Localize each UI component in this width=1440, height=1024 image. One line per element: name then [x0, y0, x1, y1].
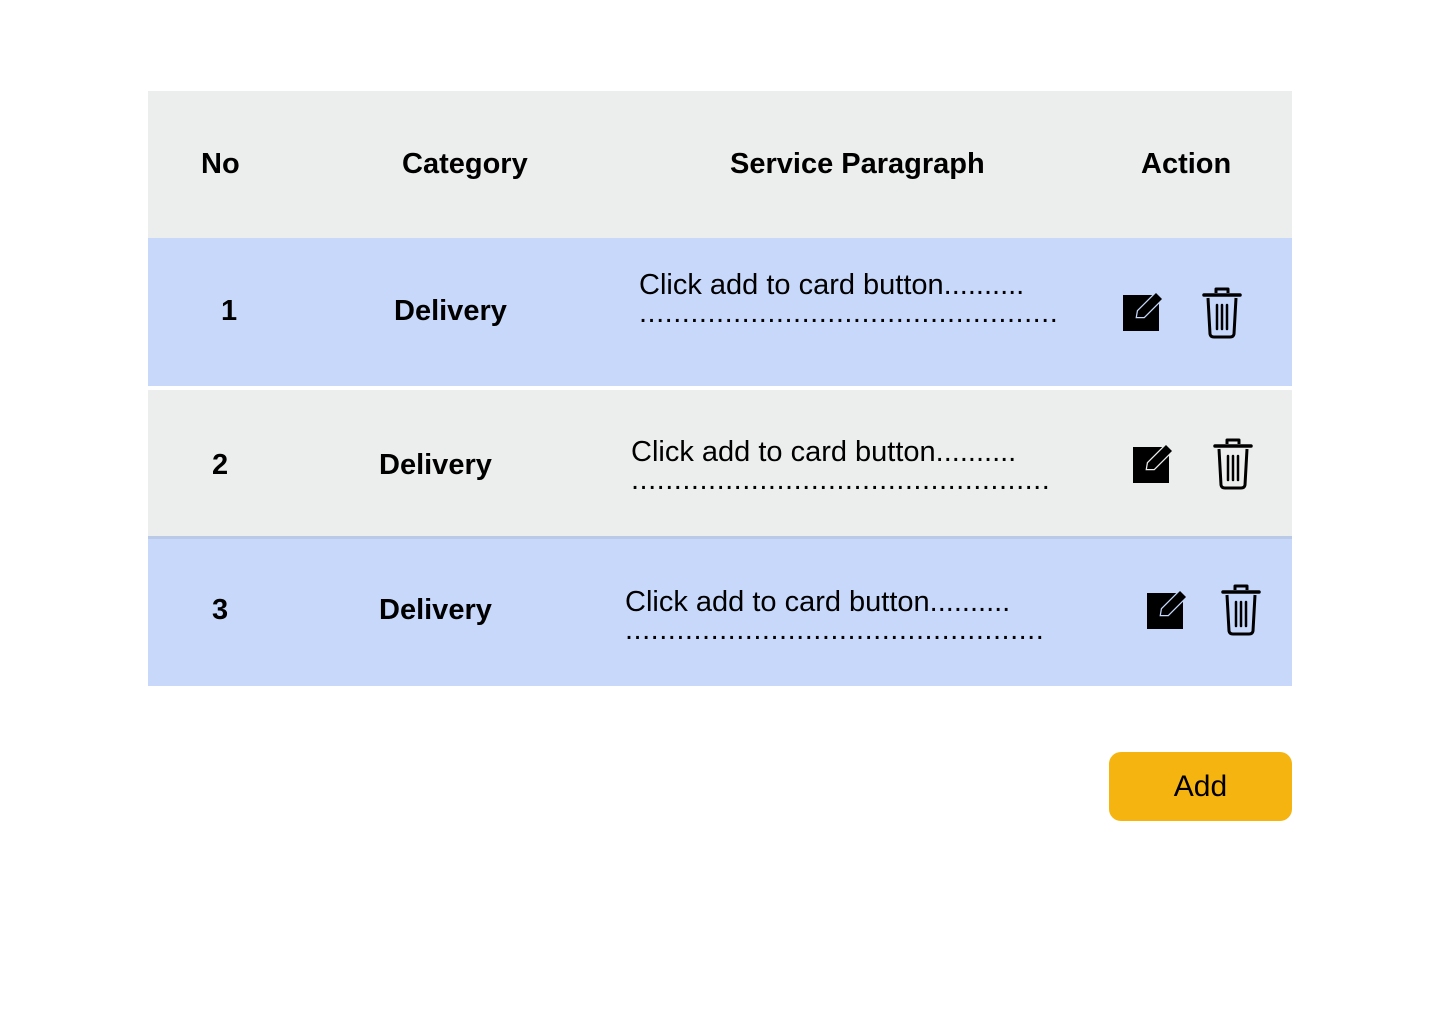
row-paragraph: Click add to card button.......... .....… [625, 586, 1045, 641]
edit-icon[interactable] [1133, 443, 1175, 483]
header-service-paragraph: Service Paragraph [730, 148, 985, 180]
table-header: No Category Service Paragraph Action [148, 91, 1292, 238]
trash-icon[interactable] [1221, 583, 1261, 637]
paragraph-text: Click add to card button.......... [625, 586, 1011, 618]
header-action: Action [1141, 148, 1232, 180]
paragraph-dots: ........................................… [625, 619, 1045, 641]
trash-icon[interactable] [1202, 286, 1242, 340]
add-button[interactable]: Add [1109, 752, 1292, 821]
row-paragraph: Click add to card button.......... .....… [639, 269, 1059, 324]
table-row: 3 Delivery Click add to card button.....… [148, 536, 1292, 686]
paragraph-dots: ........................................… [639, 302, 1059, 324]
header-no: No [201, 148, 240, 180]
row-category: Delivery [394, 295, 507, 327]
row-number: 1 [221, 295, 238, 327]
row-category: Delivery [379, 449, 492, 481]
paragraph-text: Click add to card button.......... [639, 269, 1025, 301]
trash-icon[interactable] [1213, 437, 1253, 491]
services-table: No Category Service Paragraph Action 1 D… [148, 91, 1292, 686]
row-number: 2 [212, 449, 229, 481]
paragraph-dots: ........................................… [631, 469, 1051, 491]
row-paragraph: Click add to card button.......... .....… [631, 436, 1051, 491]
edit-icon[interactable] [1147, 589, 1189, 629]
row-category: Delivery [379, 594, 492, 626]
header-category: Category [402, 148, 528, 180]
table-row: 1 Delivery Click add to card button.....… [148, 238, 1292, 386]
table-row: 2 Delivery Click add to card button.....… [148, 390, 1292, 536]
row-number: 3 [212, 594, 229, 626]
paragraph-text: Click add to card button.......... [631, 436, 1017, 468]
edit-icon[interactable] [1123, 291, 1165, 331]
